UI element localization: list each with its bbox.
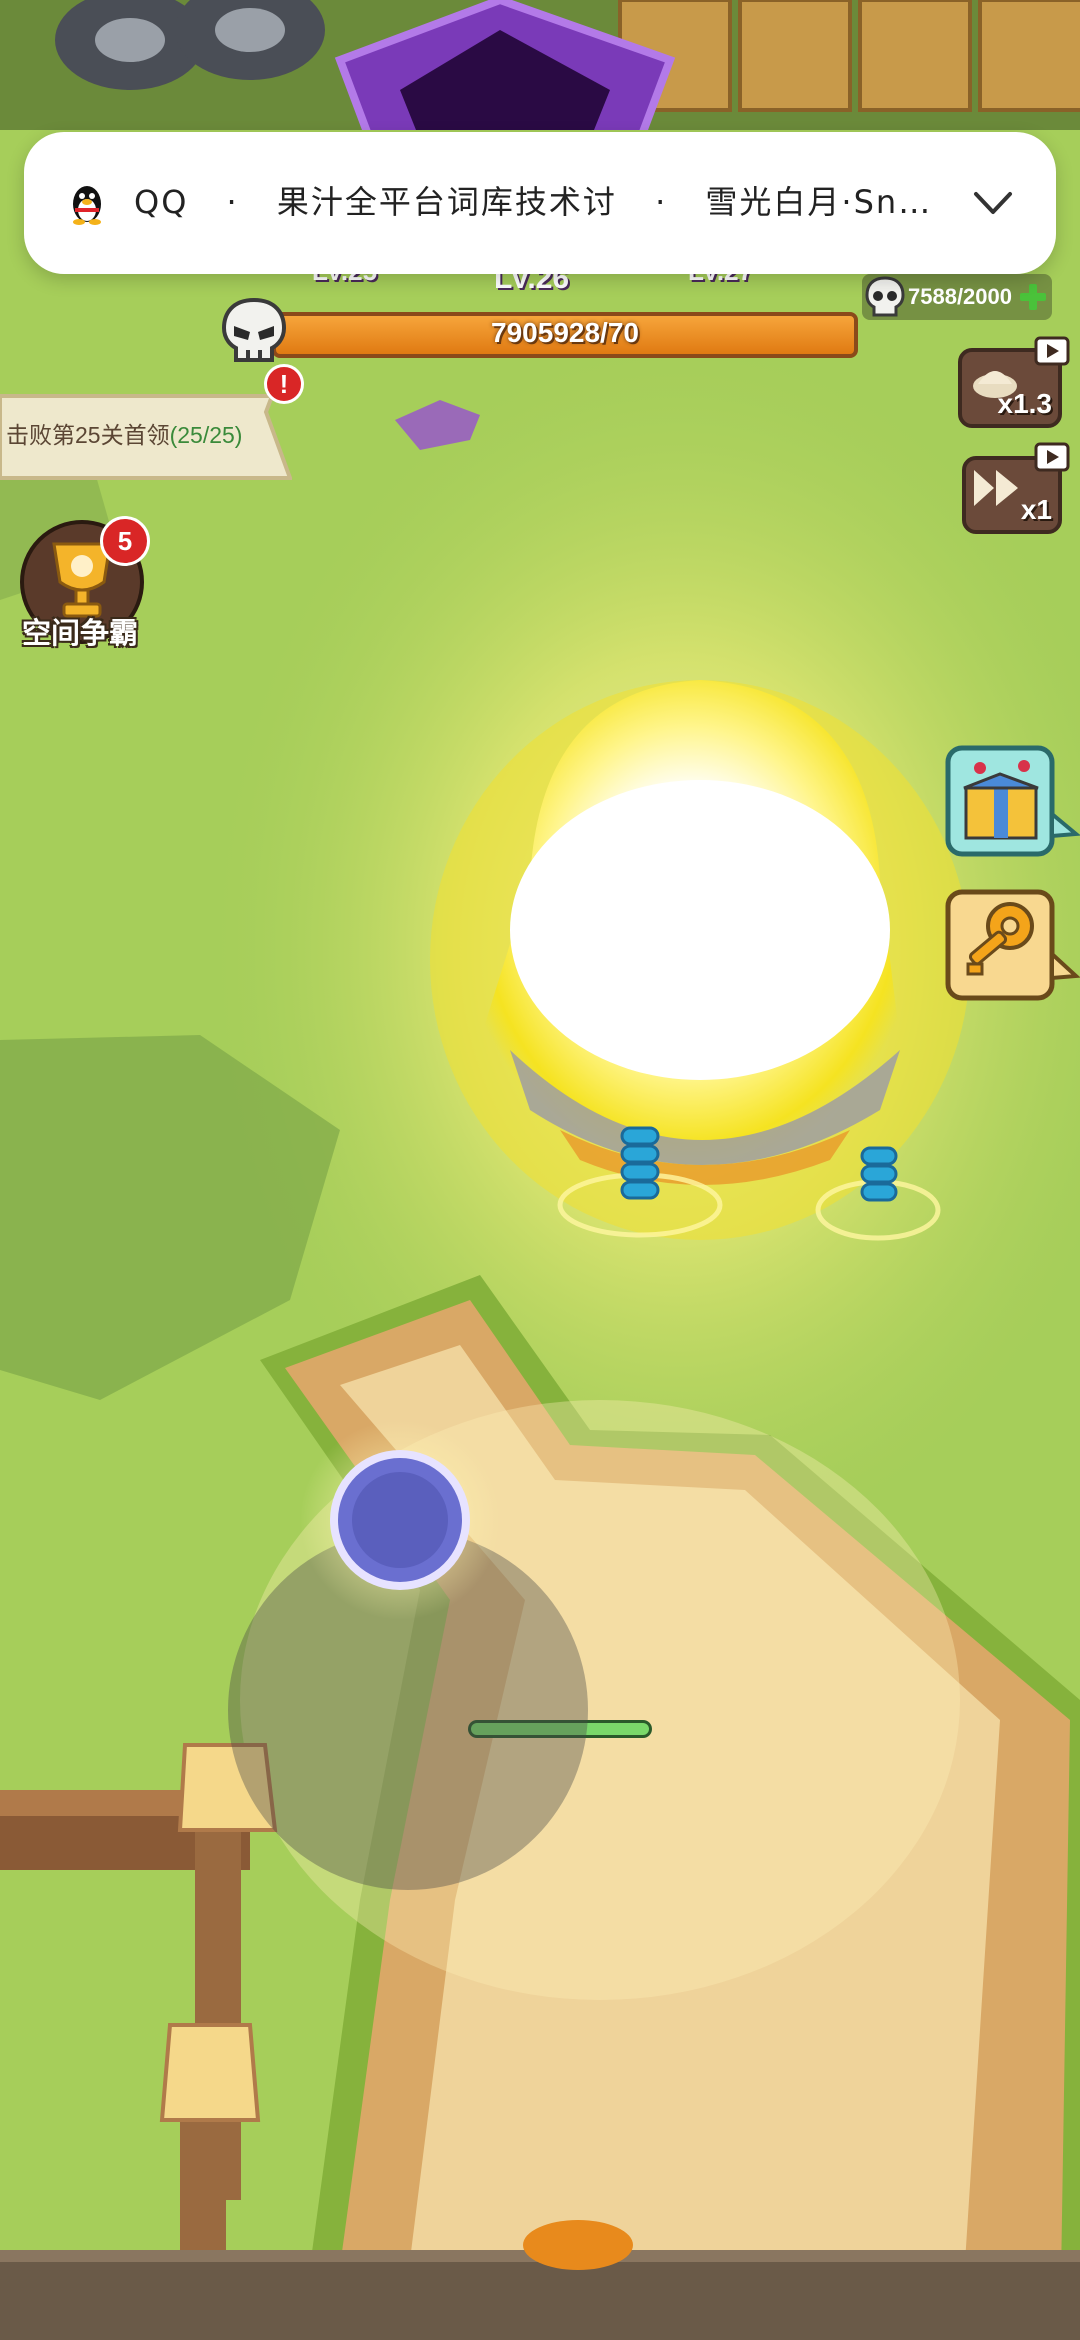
notification-text: QQ · 果汁全平台词库技术讨 · 雪光白月·Sn…	[134, 172, 964, 232]
notification-separator: ·	[226, 183, 239, 221]
quest-title: 击败第25关首领	[6, 422, 170, 448]
notification-separator: ·	[655, 183, 668, 221]
joystick-knob[interactable]	[300, 1420, 520, 1640]
qq-penguin-icon	[73, 186, 101, 225]
notification-group: 果汁全平台词库技术讨	[276, 183, 617, 221]
space-battle-label: 空间争霸	[21, 618, 138, 650]
video-ad-icon	[1034, 336, 1070, 366]
skull-currency[interactable]: 7588/2000	[862, 274, 1052, 320]
skull-count: 7588/2000	[908, 284, 1012, 309]
boss-skull-icon	[221, 297, 287, 362]
video-ad-icon	[1034, 442, 1070, 472]
game-scene[interactable]: LV.25 LV.26 LV.27 7905928/70 7588/2000 击…	[0, 0, 1080, 2340]
space-battle-badge: 5	[100, 516, 150, 566]
skull-icon	[865, 276, 905, 317]
chevron-down-icon[interactable]	[970, 180, 1016, 226]
quest-banner[interactable]: 击败第25关首领(25/25)	[0, 392, 292, 480]
boss-progress-text: 7905928/70	[491, 317, 639, 348]
quest-progress: (25/25)	[169, 422, 243, 448]
speed-boost-label: x1	[1020, 494, 1052, 525]
xp-boost-label: x1.3	[997, 388, 1053, 419]
gift-box-button[interactable]	[944, 744, 1080, 858]
notification-app: QQ	[134, 183, 189, 221]
notification-sender: 雪光白月·Sn…	[705, 183, 933, 221]
qq-notification[interactable]: QQ · 果汁全平台词库技术讨 · 雪光白月·Sn…	[24, 132, 1056, 274]
key-button[interactable]	[944, 888, 1080, 1002]
fast-forward-icon	[974, 470, 1018, 506]
add-plus-icon[interactable]	[1018, 282, 1048, 312]
quest-alert-badge: !	[264, 364, 304, 404]
quest-text: 击败第25关首领(25/25)	[6, 410, 242, 460]
